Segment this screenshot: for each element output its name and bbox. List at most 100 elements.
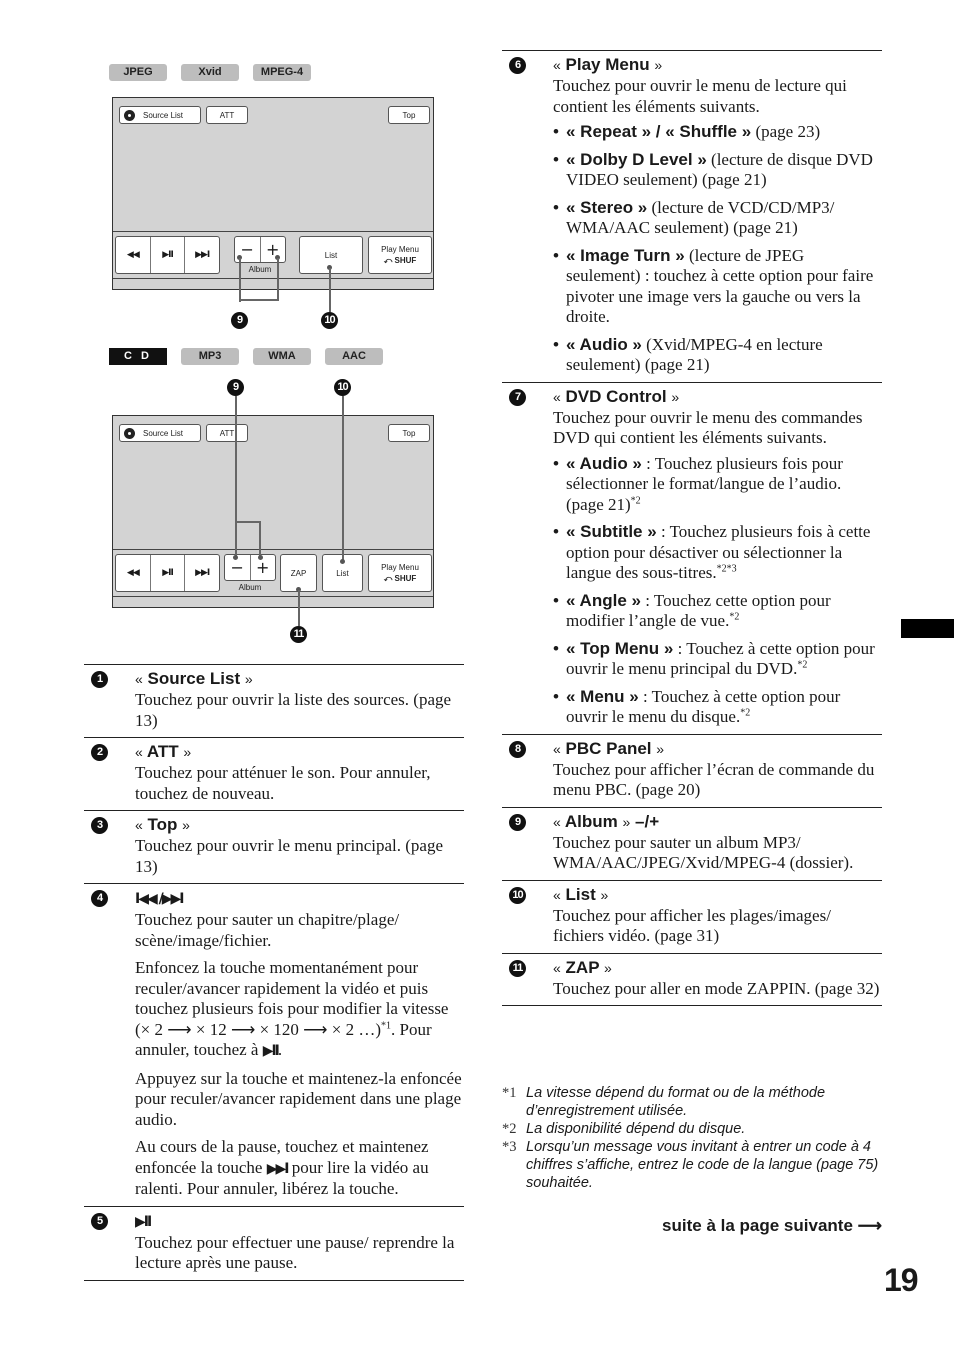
entry-title: « DVD Control » xyxy=(553,386,680,406)
entry-number: 8 xyxy=(509,740,526,758)
legend-entry-5: 5 ▶II Touchez pour effectuer une pause/ … xyxy=(84,1205,464,1281)
entry-number: 10 xyxy=(509,886,526,904)
callout-number-9: 9 xyxy=(231,312,248,329)
entry-number: 6 xyxy=(509,57,526,74)
legend-entry-8: 8 « PBC Panel » Touchez pour afficher l’… xyxy=(502,733,882,807)
entry-number: 11 xyxy=(509,959,526,977)
play-pause-button[interactable]: ▶II xyxy=(151,555,186,591)
entry-number: 3 xyxy=(91,817,108,834)
entry-title: « ZAP » xyxy=(553,957,612,977)
play-pause-icon: ▶II xyxy=(162,568,174,578)
album-stepper: − + xyxy=(224,554,276,581)
play-menu-label: Play Menu xyxy=(381,245,419,254)
next-icon: ▶▶I xyxy=(266,1160,290,1177)
album-label: Album xyxy=(238,583,262,592)
att-button[interactable]: ATT xyxy=(206,424,248,442)
option-audio: « Audio » (Xvid/MPEG-4 en lecture seulem… xyxy=(553,335,882,376)
play-menu-label: Play Menu xyxy=(381,563,419,572)
prev-button[interactable]: ◀◀ xyxy=(116,237,151,273)
callout-number-11: 11 xyxy=(290,626,307,643)
entry-title: « PBC Panel » xyxy=(553,738,665,758)
legend-entry-1: 1 « Source List » Touchez pour ouvrir la… xyxy=(84,664,464,737)
play-pause-icon: ▶II xyxy=(162,250,174,260)
next-button[interactable]: ▶▶I xyxy=(185,555,219,591)
entry-description: Touchez pour effectuer une pause/ repren… xyxy=(135,1232,455,1273)
option-audio: « Audio » : Touchez plusieurs fois pour … xyxy=(553,454,882,516)
legend-entry-4: 4 I◀◀ /▶▶I Touchez pour sauter un chapit… xyxy=(84,883,464,1206)
footnotes: *1 La vitesse dépend du format ou de la m… xyxy=(502,1084,882,1192)
callout-line xyxy=(239,299,279,301)
control-bar-divider xyxy=(113,231,433,232)
badge-cd: C D xyxy=(109,348,167,365)
top-button[interactable]: Top xyxy=(388,424,430,442)
album-minus-button[interactable]: − xyxy=(225,555,251,580)
att-button[interactable]: ATT xyxy=(206,106,248,124)
prev-next-symbols: I◀◀ /▶▶I xyxy=(135,891,185,907)
callout-line xyxy=(277,258,279,300)
badge-aac: AAC xyxy=(325,348,383,365)
option-dolby-d-level: « Dolby D Level » (lecture de disque DVD… xyxy=(553,150,882,191)
callout-number-9: 9 xyxy=(227,379,244,396)
callout-line xyxy=(329,268,331,312)
entry-number: 5 xyxy=(91,1212,108,1230)
continue-next-page: suite à la page suivante ⟶ xyxy=(662,1216,882,1235)
callout-line xyxy=(237,521,259,523)
top-button[interactable]: Top xyxy=(388,106,430,124)
entry-description: Touchez pour atténuer le son. Pour annul… xyxy=(135,763,431,803)
source-list-button[interactable]: Source List xyxy=(119,424,201,442)
dvd-control-options: « Audio » : Touchez plusieurs fois pour … xyxy=(553,454,882,728)
transport-controls: ◀◀ ▶II ▶▶I xyxy=(115,236,220,274)
legend-entry-7: 7 « DVD Control » Touchez pour ouvrir le… xyxy=(502,381,882,734)
entry-description: Enfoncez la touche momentanément pour re… xyxy=(135,958,449,1059)
legend-entry-9: 9 « Album » –/+ Touchez pour sauter un a… xyxy=(502,806,882,880)
page-number: 19 xyxy=(884,1262,919,1298)
callout-number-10: 10 xyxy=(334,379,351,396)
entry-description: Touchez pour ouvrir la liste des sources… xyxy=(135,690,452,730)
disc-icon xyxy=(124,109,135,121)
badge-jpeg: JPEG xyxy=(109,64,167,81)
entry-description: Touchez pour afficher les plages/images/… xyxy=(553,905,831,946)
play-menu-button[interactable]: Play Menu ⤺ SHUF xyxy=(368,236,432,274)
option-menu: « Menu » : Touchez à cette option pour o… xyxy=(553,687,882,728)
play-pause-icon: ▶II xyxy=(262,1043,280,1059)
option-top-menu: « Top Menu » : Touchez à cette option po… xyxy=(553,639,882,680)
entry-title: « ATT » xyxy=(135,742,192,761)
screen-video: Source List ATT Top ◀◀ ▶II ▶▶I − + Album… xyxy=(112,97,434,290)
album-plus-button[interactable]: + xyxy=(261,237,286,262)
play-menu-options: « Repeat » / « Shuffle » (page 23) « Dol… xyxy=(553,122,882,376)
footnote-3: *3 Lorsqu’un message vous invitant à entr… xyxy=(502,1139,879,1191)
prev-button[interactable]: ◀◀ xyxy=(116,555,151,591)
entry-title: « Play Menu » xyxy=(553,55,663,74)
option-image-turn: « Image Turn » (lecture de JPEG seulemen… xyxy=(553,246,882,328)
callout-dot xyxy=(340,559,345,564)
next-button[interactable]: ▶▶I xyxy=(185,237,219,273)
play-menu-button[interactable]: Play Menu ⤺ SHUF xyxy=(368,554,432,592)
transport-controls: ◀◀ ▶II ▶▶I xyxy=(115,554,220,592)
album-plus-button[interactable]: + xyxy=(251,555,276,580)
control-bar-divider xyxy=(113,549,433,550)
entry-number: 2 xyxy=(91,744,108,761)
source-list-button[interactable]: Source List xyxy=(119,106,201,124)
entry-description: Touchez pour afficher l’écran de command… xyxy=(553,759,875,800)
entry-description: Touchez pour ouvrir le menu de lecture q… xyxy=(553,76,847,116)
screen-audio: Source List ATT Top ◀◀ ▶II ▶▶I − + Album… xyxy=(112,415,434,608)
callout-dot xyxy=(233,555,238,560)
entry-number: 1 xyxy=(91,671,108,688)
callout-line xyxy=(298,590,300,626)
entry-title: « Album » –/+ xyxy=(553,811,660,831)
legend-entry-10: 10 « List » Touchez pour afficher les pl… xyxy=(502,879,882,953)
callout-number-10: 10 xyxy=(321,312,338,329)
callout-line xyxy=(259,521,261,557)
legend-entry-3: 3 « Top » Touchez pour ouvrir le menu pr… xyxy=(84,810,464,883)
callout-line xyxy=(235,396,237,556)
option-repeat-shuffle: « Repeat » / « Shuffle » (page 23) xyxy=(553,122,882,143)
right-legend: 6 « Play Menu » Touchez pour ouvrir le m… xyxy=(502,50,882,1006)
entry-title: « Source List » xyxy=(135,669,253,688)
play-pause-button[interactable]: ▶II xyxy=(151,237,186,273)
prev-icon: ◀◀ xyxy=(126,250,140,260)
option-subtitle: « Subtitle » : Touchez plusieurs fois à … xyxy=(553,522,882,584)
entry-description: Touchez pour sauter un album MP3/ WMA/AA… xyxy=(553,832,854,873)
callout-line xyxy=(239,258,241,302)
left-legend: 1 « Source List » Touchez pour ouvrir la… xyxy=(84,664,464,1281)
legend-entry-2: 2 « ATT » Touchez pour atténuer le son. … xyxy=(84,737,464,810)
